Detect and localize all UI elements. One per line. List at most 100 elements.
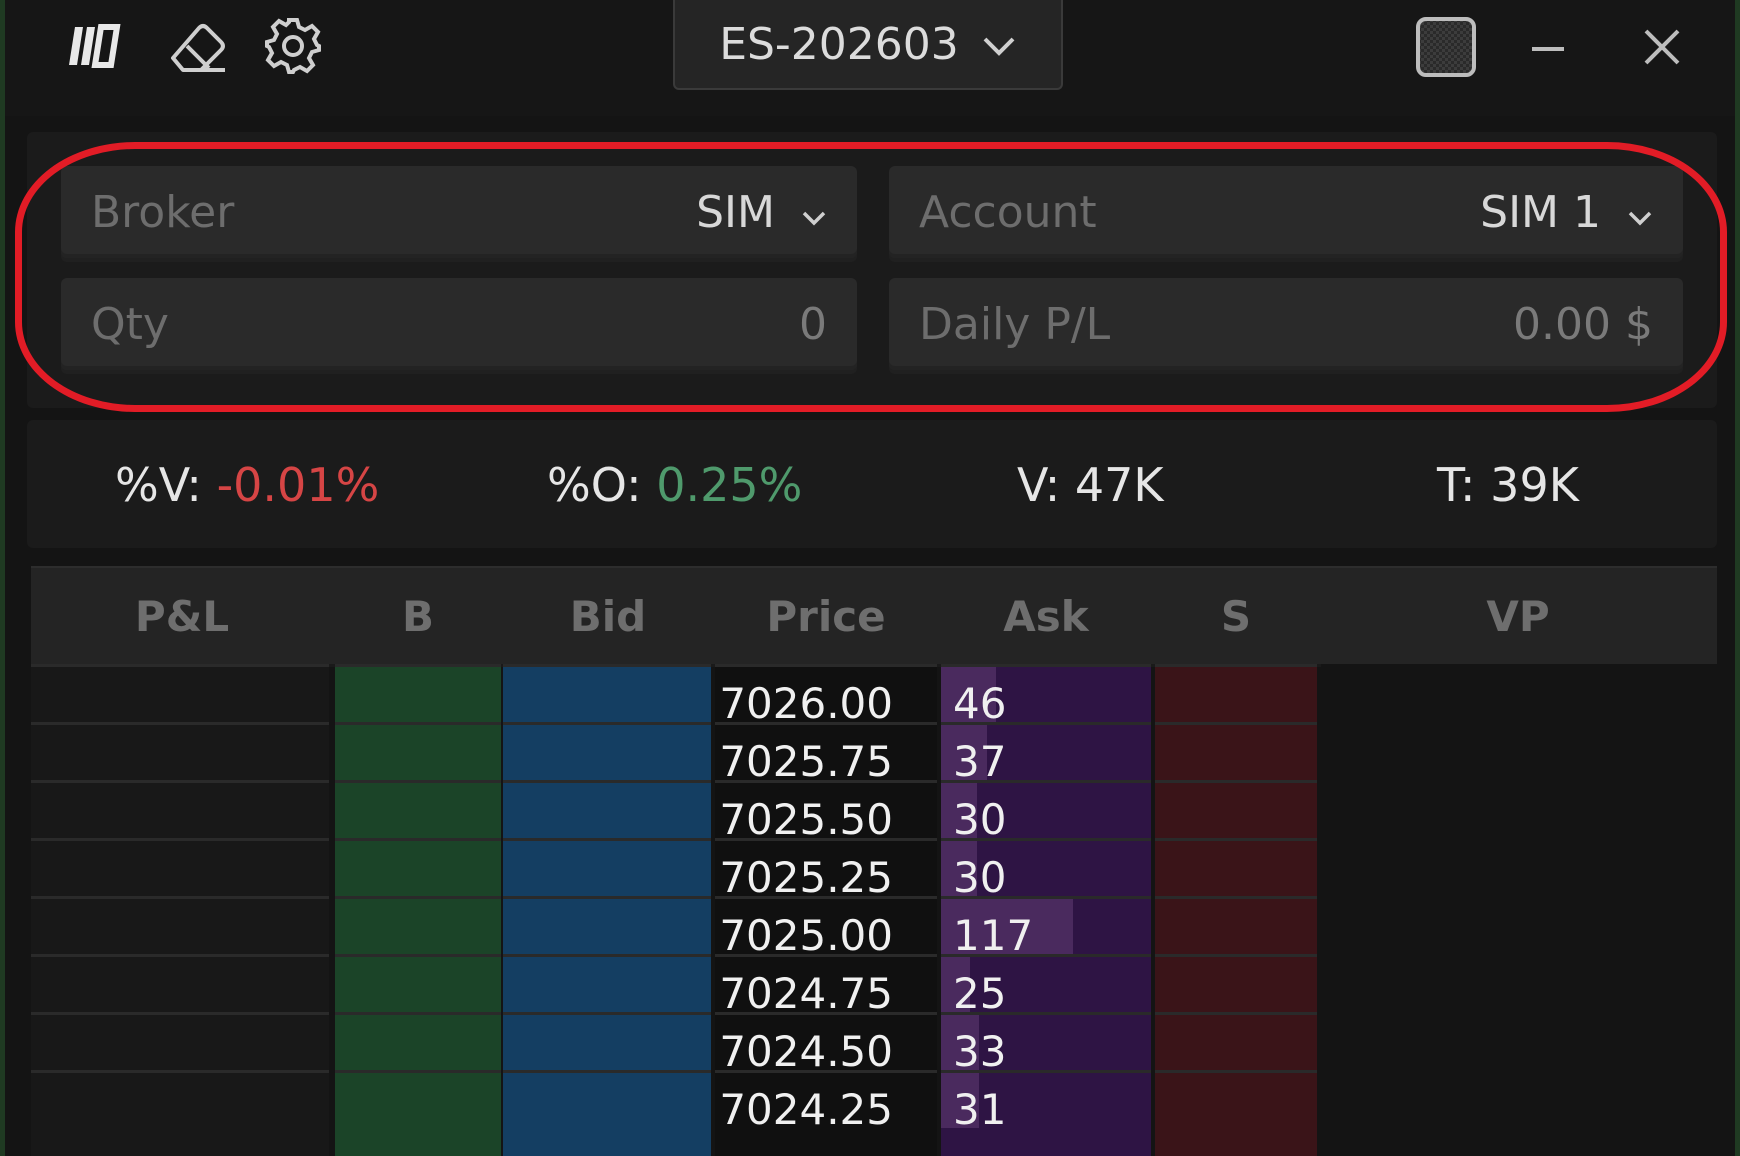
qty-value: 0 bbox=[799, 298, 827, 350]
ask-cell[interactable]: 30 bbox=[941, 838, 1151, 902]
window-grid-icon[interactable] bbox=[1413, 14, 1479, 80]
volume-profile-column bbox=[1321, 664, 1717, 1156]
bid-cell[interactable] bbox=[503, 1012, 711, 1070]
logo-icon[interactable] bbox=[65, 14, 129, 78]
price-cell: 7024.75 bbox=[715, 954, 937, 1018]
ask-size: 37 bbox=[953, 737, 1007, 786]
ask-cell[interactable]: 37 bbox=[941, 722, 1151, 786]
price-cell: 7024.50 bbox=[715, 1012, 937, 1076]
stat-volume-pct-value: -0.01% bbox=[216, 458, 380, 512]
bid-cell[interactable] bbox=[503, 722, 711, 780]
price-cell: 7025.00 bbox=[715, 896, 937, 960]
bid-cell[interactable] bbox=[503, 1070, 711, 1128]
pl-cell bbox=[31, 664, 329, 722]
ask-cell[interactable]: 117 bbox=[941, 896, 1151, 960]
bid-cell[interactable] bbox=[503, 838, 711, 896]
broker-value: SIM bbox=[696, 186, 775, 238]
broker-value-wrap: SIM bbox=[696, 187, 827, 238]
price-level: 7025.75 bbox=[719, 737, 893, 786]
broker-label: Broker bbox=[91, 186, 235, 238]
s-cell[interactable] bbox=[1155, 1012, 1317, 1070]
stat-trades: T: 39K bbox=[1437, 458, 1579, 512]
b-cell[interactable] bbox=[335, 1070, 501, 1128]
contract-label: ES-202603 bbox=[719, 18, 959, 70]
ask-size: 31 bbox=[953, 1085, 1007, 1134]
ask-size: 25 bbox=[953, 969, 1007, 1018]
session-stats: %V: -0.01% %O: 0.25% V: 47K T: 39K bbox=[27, 420, 1717, 548]
ladder-header: P&L B Bid Price Ask S VP bbox=[31, 566, 1717, 667]
b-cell[interactable] bbox=[335, 1012, 501, 1070]
price-level: 7025.00 bbox=[719, 911, 893, 960]
sell-column[interactable] bbox=[1155, 664, 1317, 1156]
ask-size: 30 bbox=[953, 795, 1007, 844]
bid-cell[interactable] bbox=[503, 896, 711, 954]
stat-trades-value: 39K bbox=[1490, 458, 1579, 512]
col-header-b[interactable]: B bbox=[333, 568, 503, 664]
pl-cell bbox=[31, 780, 329, 838]
s-cell[interactable] bbox=[1155, 722, 1317, 780]
account-select[interactable]: Account SIM 1 bbox=[889, 166, 1683, 258]
s-cell[interactable] bbox=[1155, 780, 1317, 838]
col-header-price[interactable]: Price bbox=[713, 568, 939, 664]
stat-volume-pct: %V: -0.01% bbox=[115, 458, 379, 512]
b-cell[interactable] bbox=[335, 664, 501, 722]
s-cell[interactable] bbox=[1155, 896, 1317, 954]
minimize-icon[interactable] bbox=[1515, 14, 1581, 80]
pl-cell bbox=[31, 722, 329, 780]
ask-size: 117 bbox=[953, 911, 1034, 960]
price-level: 7025.50 bbox=[719, 795, 893, 844]
price-column: 7026.00 7025.75 7025.50 7025.25 7025.00 7024.… bbox=[715, 664, 937, 1156]
account-panel: Broker SIM Account SIM 1 Qty 0 Daily P/L bbox=[27, 132, 1717, 408]
price-cell: 7025.75 bbox=[715, 722, 937, 786]
col-header-bid[interactable]: Bid bbox=[503, 568, 713, 664]
eraser-icon[interactable] bbox=[165, 14, 229, 78]
s-cell[interactable] bbox=[1155, 664, 1317, 722]
ask-cell[interactable]: 30 bbox=[941, 780, 1151, 844]
b-cell[interactable] bbox=[335, 722, 501, 780]
qty-field[interactable]: Qty 0 bbox=[61, 278, 857, 370]
ask-cell[interactable]: 33 bbox=[941, 1012, 1151, 1076]
chevron-down-icon bbox=[801, 187, 827, 238]
ask-size: 30 bbox=[953, 853, 1007, 902]
pl-cell bbox=[31, 1012, 329, 1070]
ask-column[interactable]: 46 37 30 30 117 25 33 31 bbox=[941, 664, 1151, 1156]
price-level: 7025.25 bbox=[719, 853, 893, 902]
b-cell[interactable] bbox=[335, 896, 501, 954]
price-level: 7024.75 bbox=[719, 969, 893, 1018]
broker-select[interactable]: Broker SIM bbox=[61, 166, 857, 258]
bid-cell[interactable] bbox=[503, 664, 711, 722]
price-ladder: P&L B Bid Price Ask S VP 7026.00 7025.75 7… bbox=[31, 566, 1717, 1156]
contract-selector[interactable]: ES-202603 bbox=[673, 0, 1063, 90]
b-cell[interactable] bbox=[335, 838, 501, 896]
close-icon[interactable] bbox=[1629, 14, 1695, 80]
ask-cell[interactable]: 25 bbox=[941, 954, 1151, 1018]
bid-cell[interactable] bbox=[503, 780, 711, 838]
price-level: 7024.25 bbox=[719, 1085, 893, 1134]
title-bar: ES-202603 bbox=[5, 0, 1735, 116]
pl-cell bbox=[31, 954, 329, 1012]
stat-volume-label: V: bbox=[1017, 458, 1061, 512]
b-cell[interactable] bbox=[335, 954, 501, 1012]
account-label: Account bbox=[919, 186, 1097, 238]
s-cell[interactable] bbox=[1155, 954, 1317, 1012]
pl-cell bbox=[31, 838, 329, 896]
dom-trader-window: ES-202603 Broker SIM Account SIM 1 Qty 0… bbox=[0, 0, 1740, 1156]
col-header-ask[interactable]: Ask bbox=[939, 568, 1153, 664]
bid-cell[interactable] bbox=[503, 954, 711, 1012]
daily-pl-field: Daily P/L 0.00 $ bbox=[889, 278, 1683, 370]
gear-icon[interactable] bbox=[261, 14, 325, 78]
buy-column[interactable] bbox=[335, 664, 501, 1156]
col-header-vp[interactable]: VP bbox=[1319, 568, 1717, 664]
col-header-pl[interactable]: P&L bbox=[31, 568, 333, 664]
bid-column[interactable] bbox=[503, 664, 711, 1156]
account-value-wrap: SIM 1 bbox=[1480, 187, 1653, 238]
ask-cell[interactable]: 31 bbox=[941, 1070, 1151, 1134]
pl-column bbox=[31, 664, 329, 1156]
s-cell[interactable] bbox=[1155, 1070, 1317, 1128]
col-header-s[interactable]: S bbox=[1153, 568, 1319, 664]
ask-size: 46 bbox=[953, 679, 1007, 728]
s-cell[interactable] bbox=[1155, 838, 1317, 896]
pl-cell bbox=[31, 896, 329, 954]
ask-cell[interactable]: 46 bbox=[941, 664, 1151, 728]
b-cell[interactable] bbox=[335, 780, 501, 838]
